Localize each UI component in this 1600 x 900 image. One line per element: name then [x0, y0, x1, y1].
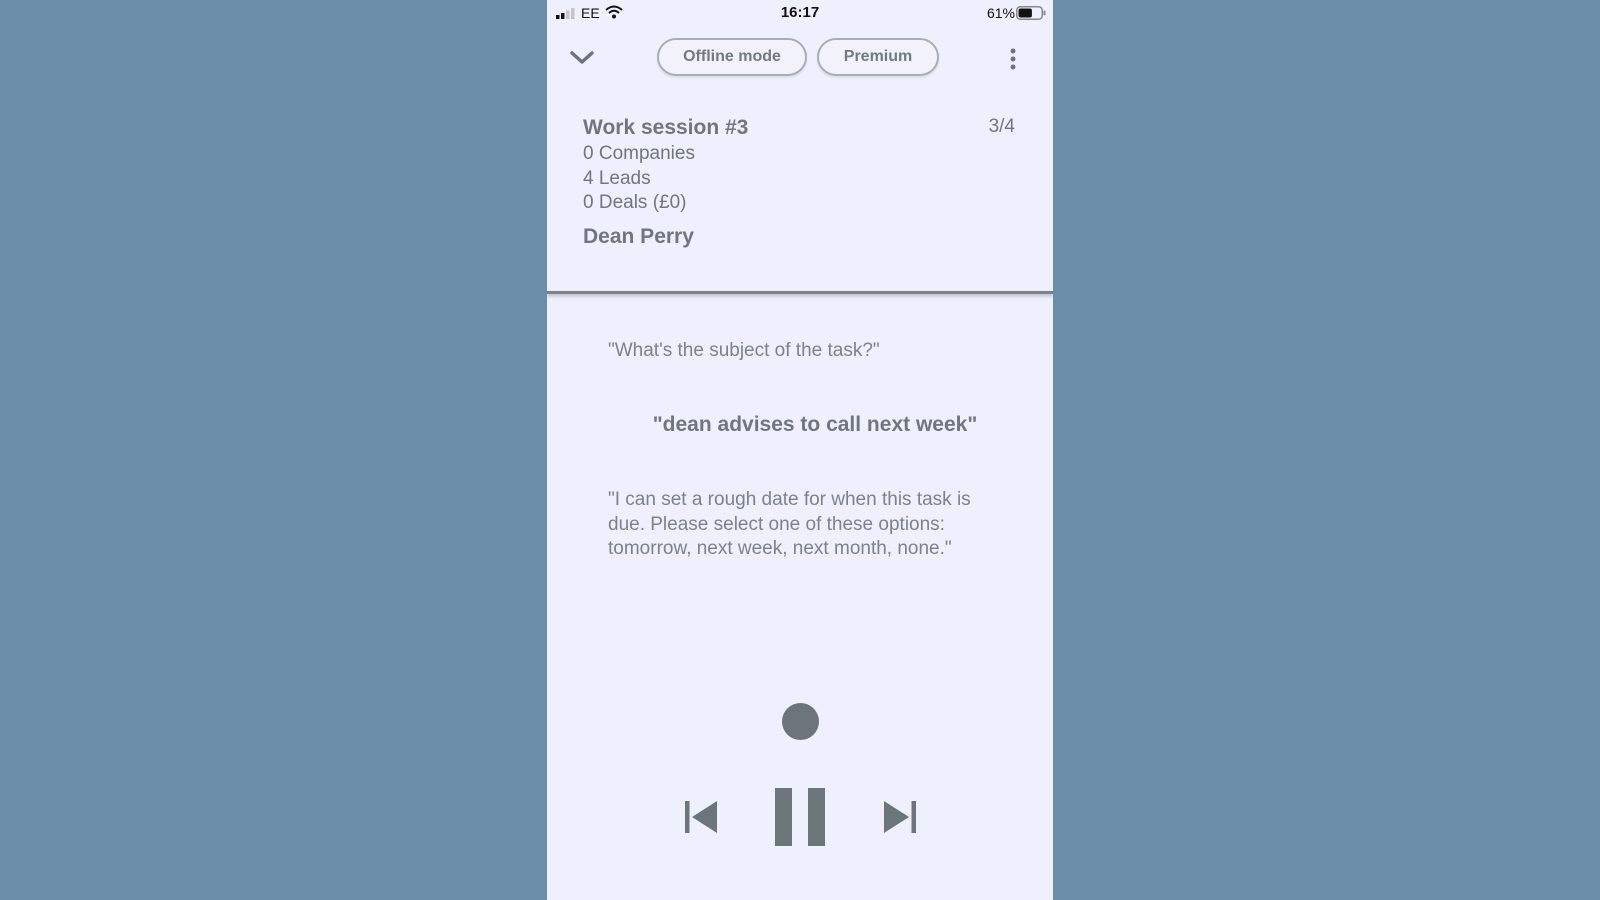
contact-name: Dean Perry — [583, 224, 694, 248]
deals-count: 0 Deals (£0) — [583, 192, 687, 213]
session-title: Work session #3 — [583, 116, 749, 139]
divider — [547, 291, 1053, 294]
user-answer: "dean advises to call next week" — [652, 413, 978, 436]
assistant-followup: "I can set a rough date for when this ta… — [608, 489, 971, 559]
chevron-down-icon[interactable] — [569, 48, 595, 68]
leads-count: 4 Leads — [583, 167, 651, 189]
record-icon[interactable] — [782, 703, 819, 740]
skip-previous-icon[interactable] — [685, 801, 719, 833]
more-vertical-icon[interactable] — [1007, 48, 1019, 70]
offline-mode-button[interactable]: Offline mode — [657, 38, 807, 76]
session-counter: 3/4 — [988, 116, 1015, 137]
clock: 16:17 — [780, 4, 820, 21]
battery-percentage: 61% — [986, 5, 1015, 21]
skip-next-icon[interactable] — [882, 801, 916, 833]
session-summary: Work session #3 0 Companies 4 Leads 0 De… — [583, 114, 1023, 251]
phone-screen: EE 16:17 61% Offline mode Premium Work s… — [547, 0, 1053, 900]
companies-count: 0 Companies — [583, 143, 695, 164]
status-bar: EE 16:17 61% — [547, 0, 1053, 26]
pause-icon[interactable] — [775, 788, 825, 846]
battery-icon — [1016, 6, 1046, 20]
assistant-question: "What's the subject of the task?" — [608, 340, 880, 361]
premium-button[interactable]: Premium — [817, 38, 939, 76]
